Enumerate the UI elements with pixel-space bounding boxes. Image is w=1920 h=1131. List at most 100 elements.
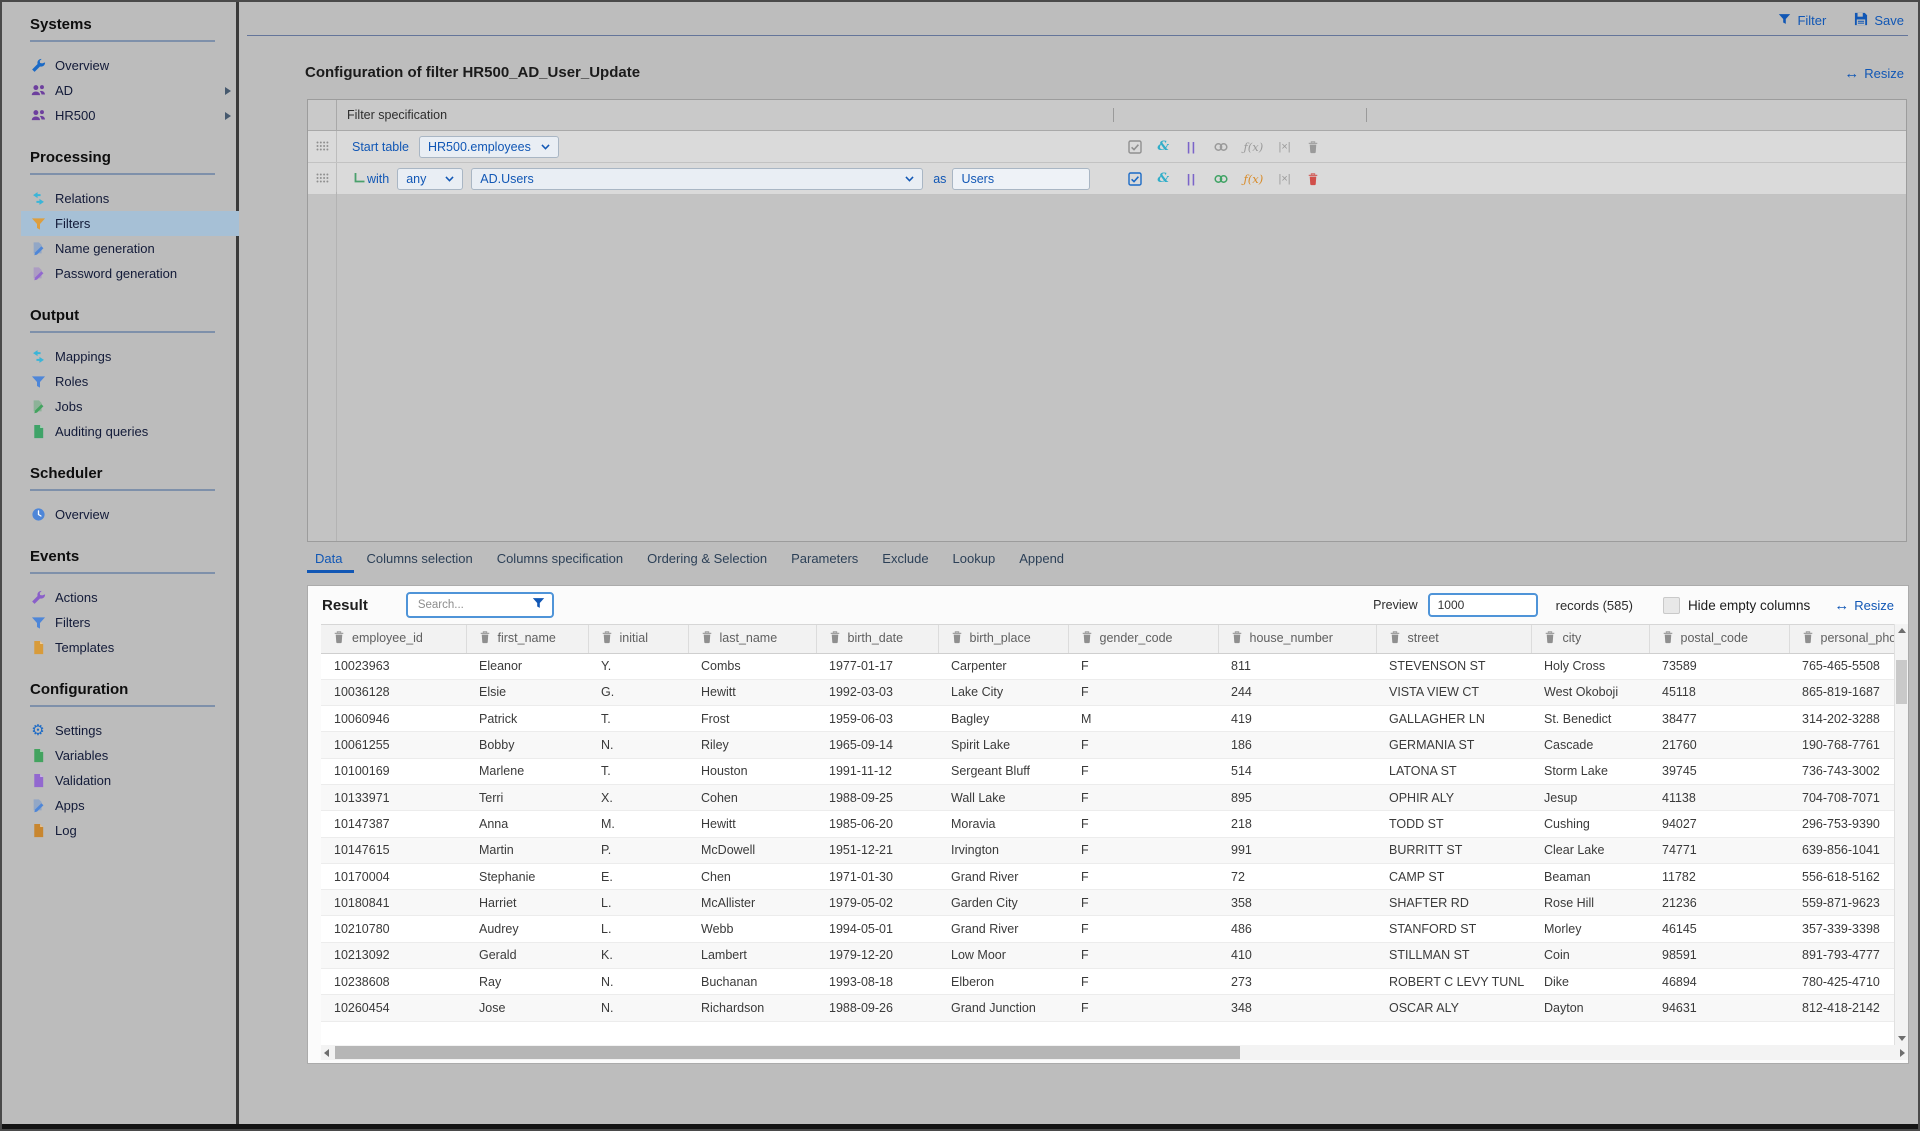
delete-column-icon[interactable]: [601, 631, 613, 647]
parallel-icon[interactable]: ||: [1185, 141, 1199, 153]
filter-button[interactable]: Filter: [1778, 12, 1826, 29]
scroll-right-arrow[interactable]: [1900, 1049, 1905, 1057]
resize-result-link[interactable]: ↔ Resize: [1834, 598, 1894, 613]
trash-icon[interactable]: [1306, 172, 1320, 186]
sidebar-item-configuration-settings[interactable]: ⚙ Settings: [30, 718, 239, 743]
sidebar-item-output-roles[interactable]: Roles: [30, 369, 239, 394]
fx-icon[interactable]: ƒ(x): [1244, 173, 1264, 185]
drag-handle[interactable]: [308, 163, 337, 194]
tab-exclude[interactable]: Exclude: [870, 546, 940, 573]
delete-column-icon[interactable]: [701, 631, 713, 647]
column-header-initial[interactable]: initial: [588, 625, 689, 654]
sidebar-item-output-mappings[interactable]: Mappings: [30, 344, 239, 369]
sidebar-item-configuration-apps[interactable]: Apps: [30, 793, 239, 818]
exclude-icon[interactable]: |×|: [1278, 173, 1292, 185]
horizontal-scroll-thumb[interactable]: [335, 1046, 1240, 1059]
table-row[interactable]: 10060946 Patrick T. Frost 1959-06-03 Bagley M 4…: [321, 705, 1894, 733]
column-header-birth-date[interactable]: birth_date: [816, 625, 939, 654]
sidebar-item-output-auditing-queries[interactable]: Auditing queries: [30, 419, 239, 444]
table-row[interactable]: 10180841 Harriet L. McAllister 1979-05-02 Gar…: [321, 889, 1894, 917]
column-header-postal-code[interactable]: postal_code: [1649, 625, 1790, 654]
delete-column-icon[interactable]: [333, 631, 345, 647]
link-icon[interactable]: [1213, 140, 1229, 154]
column-header-first-name[interactable]: first_name: [466, 625, 589, 654]
sidebar-item-scheduler-overview[interactable]: Overview: [30, 502, 239, 527]
column-header-birth-place[interactable]: birth_place: [938, 625, 1069, 654]
save-button[interactable]: Save: [1854, 12, 1904, 29]
column-header-employee-id[interactable]: employee_id: [321, 625, 467, 654]
search-funnel-icon[interactable]: [532, 596, 545, 614]
table-row[interactable]: 10061255 Bobby N. Riley 1965-09-14 Spirit Lak…: [321, 731, 1894, 759]
column-header-street[interactable]: street: [1376, 625, 1532, 654]
sidebar-item-events-actions[interactable]: Actions: [30, 585, 239, 610]
scroll-left-arrow[interactable]: [324, 1049, 329, 1057]
scroll-up-arrow[interactable]: [1898, 628, 1906, 633]
delete-column-icon[interactable]: [1231, 631, 1243, 647]
checkbox-icon[interactable]: [1128, 171, 1142, 186]
table-row[interactable]: 10036128 Elsie G. Hewitt 1992-03-03 Lake City…: [321, 679, 1894, 707]
tab-ordering-selection[interactable]: Ordering & Selection: [635, 546, 779, 573]
table-row[interactable]: 10100169 Marlene T. Houston 1991-11-12 Sergea…: [321, 758, 1894, 785]
tab-data[interactable]: Data: [307, 546, 355, 573]
delete-column-icon[interactable]: [1802, 631, 1814, 647]
delete-column-icon[interactable]: [1662, 631, 1674, 647]
ampersand-icon[interactable]: &: [1156, 140, 1170, 153]
sidebar-item-processing-password-generation[interactable]: Password generation: [30, 261, 239, 286]
delete-column-icon[interactable]: [951, 631, 963, 647]
sidebar-item-configuration-validation[interactable]: Validation: [30, 768, 239, 793]
column-header-last-name[interactable]: last_name: [688, 625, 817, 654]
fx-icon[interactable]: ƒ(x): [1244, 141, 1264, 153]
delete-column-icon[interactable]: [1389, 631, 1401, 647]
column-header-house-number[interactable]: house_number: [1218, 625, 1377, 654]
tab-parameters[interactable]: Parameters: [779, 546, 870, 573]
ampersand-icon[interactable]: &: [1156, 172, 1170, 185]
table-row[interactable]: 10023963 Eleanor Y. Combs 1977-01-17 Carpente…: [321, 653, 1894, 680]
delete-column-icon[interactable]: [479, 631, 491, 647]
operator-select[interactable]: any: [397, 167, 464, 190]
delete-column-icon[interactable]: [1081, 631, 1093, 647]
sidebar-item-configuration-variables[interactable]: Variables: [30, 743, 239, 768]
sidebar-item-events-filters[interactable]: Filters: [30, 610, 239, 635]
preview-count-input[interactable]: [1427, 593, 1538, 617]
delete-column-icon[interactable]: [1544, 631, 1556, 647]
sidebar-item-systems-overview[interactable]: Overview: [30, 53, 239, 78]
exclude-icon[interactable]: |×|: [1278, 141, 1292, 153]
trash-icon[interactable]: [1306, 140, 1320, 154]
table-row[interactable]: 10238608 Ray N. Buchanan 1993-08-18 Elberon F 2…: [321, 968, 1894, 996]
drag-handle[interactable]: [308, 131, 337, 162]
sidebar-item-configuration-log[interactable]: Log: [30, 818, 239, 843]
hide-empty-columns-checkbox[interactable]: [1662, 596, 1680, 614]
vertical-scrollbar[interactable]: [1894, 624, 1908, 1045]
resize-filter-area-link[interactable]: ↔ Resize: [1844, 66, 1904, 81]
sidebar-item-output-jobs[interactable]: Jobs: [30, 394, 239, 419]
sidebar-item-systems-hr500[interactable]: HR500: [30, 103, 239, 128]
source-table-select[interactable]: AD.Users: [471, 167, 924, 190]
table-row[interactable]: 10133971 Terri X. Cohen 1988-09-25 Wall Lake F…: [321, 784, 1894, 812]
table-row[interactable]: 10147615 Martin P. McDowell 1951-12-21 Irving…: [321, 837, 1894, 864]
sidebar-item-processing-relations[interactable]: Relations: [30, 186, 239, 211]
checkbox-icon[interactable]: [1128, 139, 1142, 154]
tab-lookup[interactable]: Lookup: [941, 546, 1008, 573]
sidebar-item-processing-name-generation[interactable]: Name generation: [30, 236, 239, 261]
tab-columns-selection[interactable]: Columns selection: [354, 546, 484, 573]
tab-columns-specification[interactable]: Columns specification: [485, 546, 635, 573]
search-combobox[interactable]: [405, 592, 554, 618]
parallel-icon[interactable]: ||: [1185, 173, 1199, 185]
sidebar-item-processing-filters[interactable]: Filters: [21, 211, 239, 236]
table-row[interactable]: 10210780 Audrey L. Webb 1994-05-01 Grand Rive…: [321, 915, 1894, 943]
tab-append[interactable]: Append: [1007, 546, 1076, 573]
sidebar-item-systems-ad[interactable]: AD: [30, 78, 239, 103]
search-input[interactable]: [415, 598, 532, 612]
table-row[interactable]: 10170004 Stephanie E. Chen 1971-01-30 Grand R…: [321, 863, 1894, 891]
table-row[interactable]: 10213092 Gerald K. Lambert 1979-12-20 Low Moo…: [321, 942, 1894, 970]
table-row[interactable]: 10147387 Anna M. Hewitt 1985-06-20 Moravia F 21…: [321, 810, 1894, 838]
table-row[interactable]: 10260454 Jose N. Richardson 1988-09-26 Grand …: [321, 994, 1894, 1022]
column-header-personal-phone-[interactable]: personal_phone_: [1789, 625, 1894, 654]
vertical-scroll-thumb[interactable]: [1896, 660, 1907, 704]
column-header-gender-code[interactable]: gender_code: [1068, 625, 1219, 654]
column-header-city[interactable]: city: [1531, 625, 1650, 654]
sidebar-item-events-templates[interactable]: Templates: [30, 635, 239, 660]
scroll-down-arrow[interactable]: [1898, 1036, 1906, 1041]
alias-input[interactable]: Users: [952, 167, 1091, 190]
delete-column-icon[interactable]: [829, 631, 841, 647]
